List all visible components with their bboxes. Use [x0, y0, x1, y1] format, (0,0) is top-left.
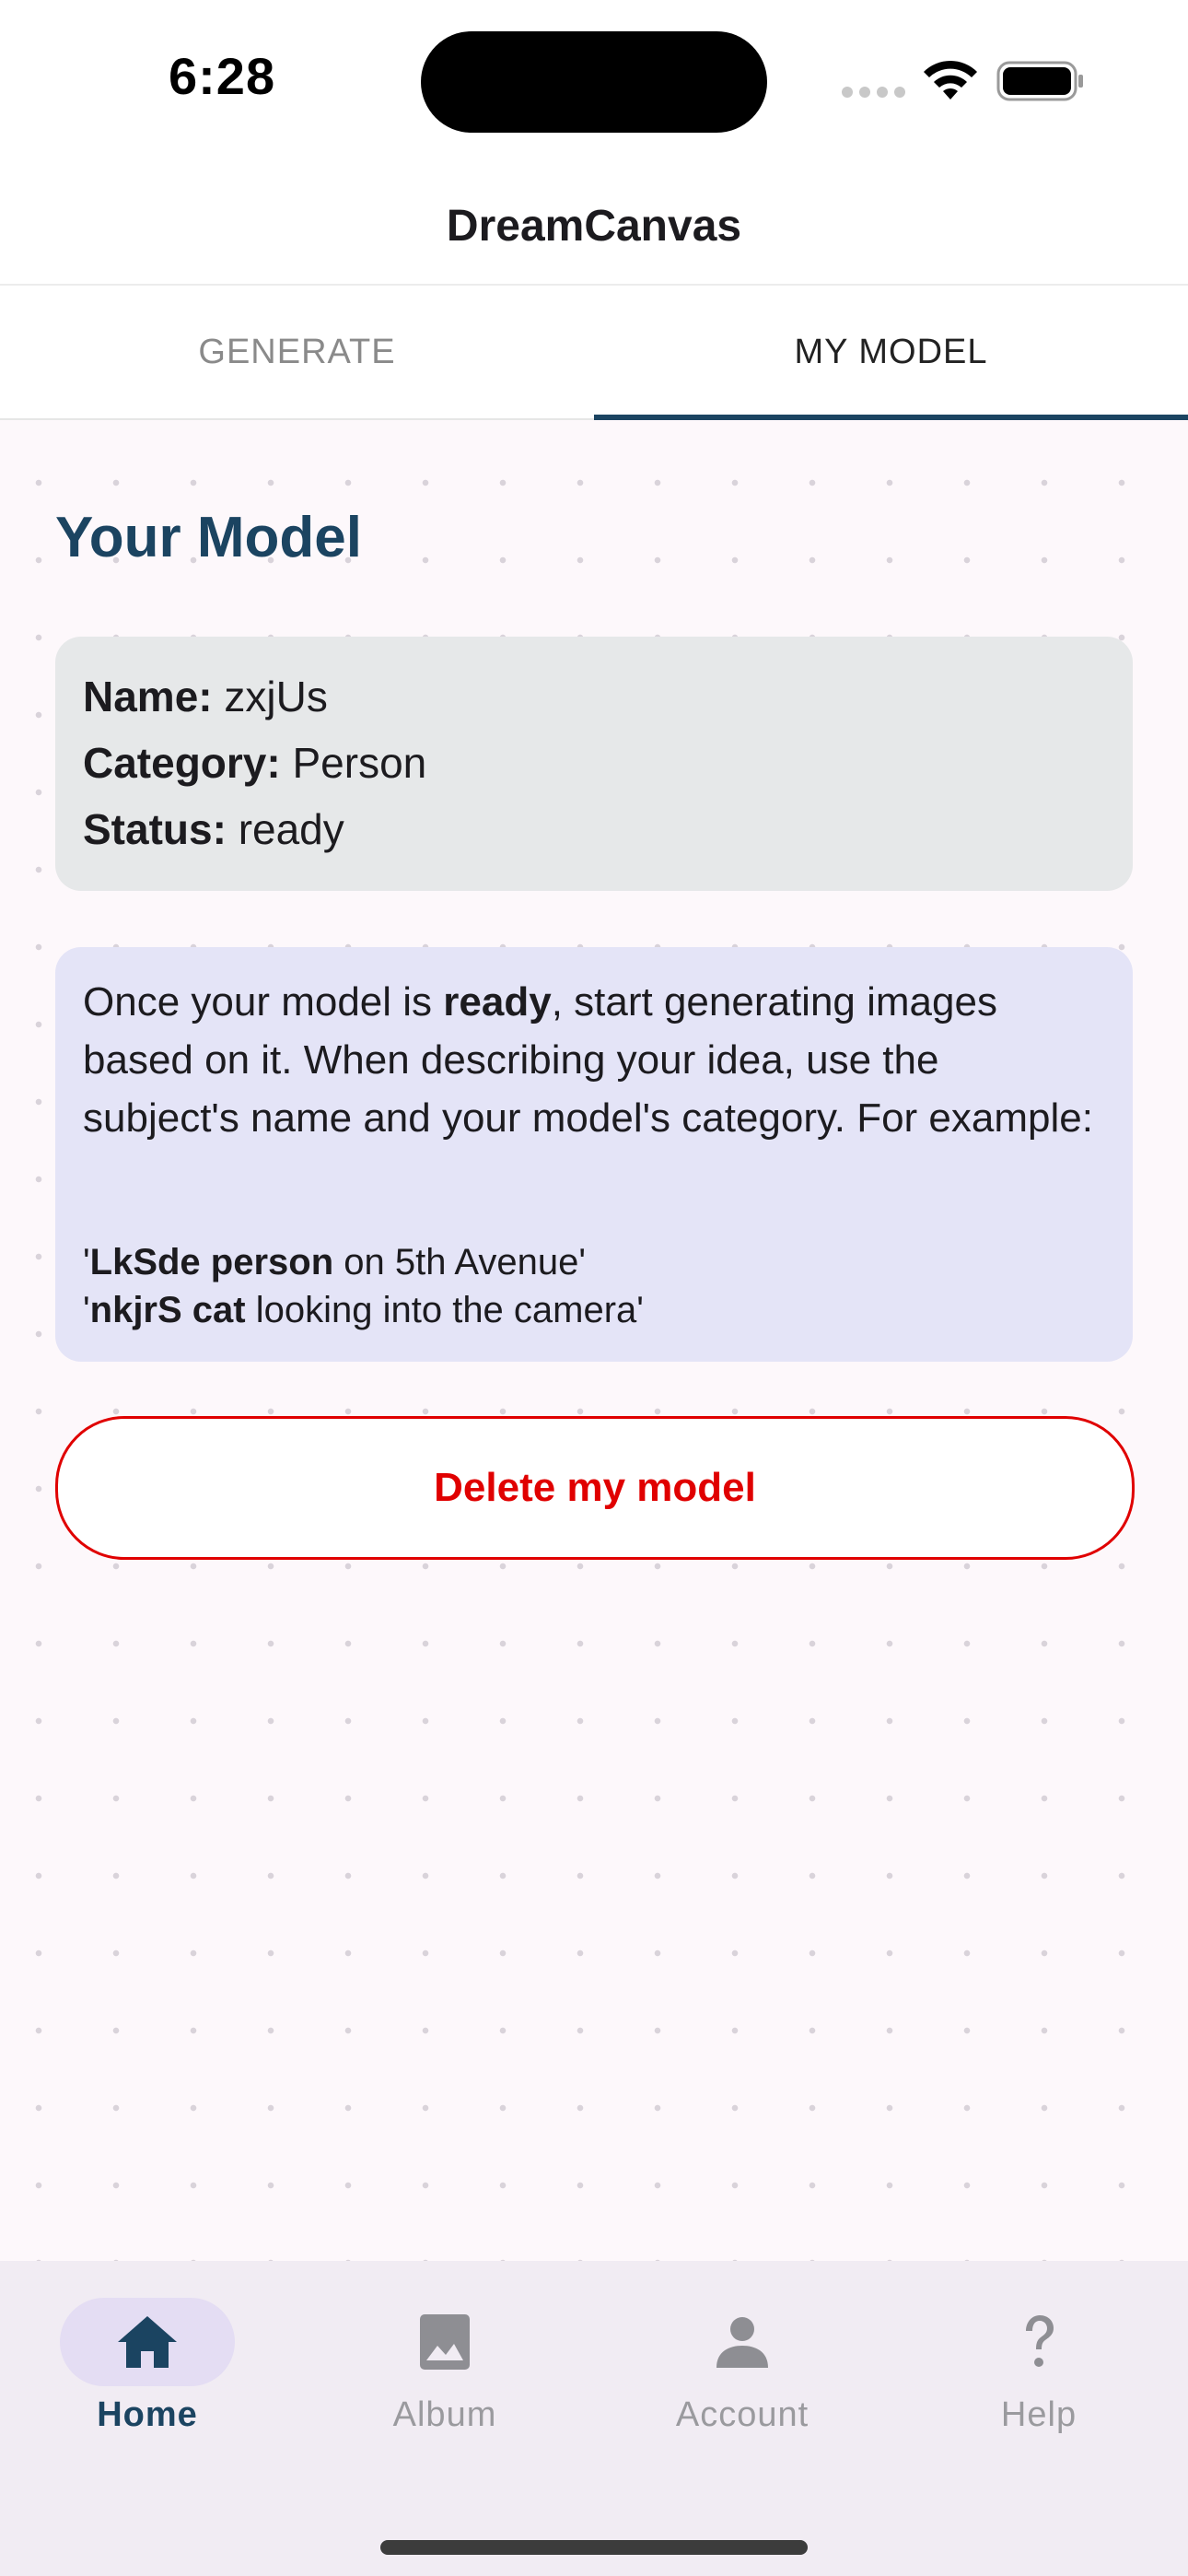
model-name-label: Name:: [83, 673, 213, 720]
dynamic-island: [421, 31, 767, 133]
section-title: Your Model: [55, 506, 362, 569]
example-rest: looking into the camera': [245, 1290, 644, 1330]
tab-generate[interactable]: GENERATE: [0, 286, 594, 418]
home-icon: [118, 2316, 177, 2368]
person-icon: [716, 2317, 768, 2368]
prompt-example: 'nkjrS cat looking into the camera': [83, 1290, 644, 1331]
usage-tip-text: Once your model is ready, start generati…: [83, 973, 1105, 1147]
nav-item-help[interactable]: Help: [928, 2298, 1149, 2445]
app-title: DreamCanvas: [446, 202, 742, 251]
delete-model-button[interactable]: Delete my model: [55, 1416, 1135, 1560]
nav-label-album: Album: [392, 2395, 497, 2434]
status-bar: 6:28: [0, 0, 1188, 166]
nav-item-album[interactable]: Album: [334, 2298, 555, 2445]
cellular-dots-icon: [842, 87, 906, 98]
nav-item-home[interactable]: Home: [37, 2298, 258, 2445]
model-name-value: zxjUs: [224, 673, 328, 720]
nav-label-help: Help: [1000, 2395, 1077, 2434]
wifi-icon: [924, 60, 977, 100]
model-category-label: Category:: [83, 739, 281, 787]
nav-label-account: Account: [675, 2395, 809, 2434]
prompt-example: 'LkSde person on 5th Avenue': [83, 1242, 586, 1283]
model-status-row: Status: ready: [83, 804, 344, 854]
image-icon: [420, 2314, 470, 2370]
tip-text-bold: ready: [443, 979, 552, 1025]
example-quote: ': [83, 1242, 90, 1282]
usage-tip-card: Once your model is ready, start generati…: [55, 947, 1133, 1362]
app-header: DreamCanvas: [0, 166, 1188, 286]
main-content: Your Model Name: zxjUs Category: Person …: [0, 420, 1188, 2261]
status-time: 6:28: [169, 47, 276, 105]
example-subject: nkjrS cat: [89, 1290, 246, 1330]
tip-text-before: Once your model is: [83, 979, 444, 1025]
bottom-navigation: Home Album Account Help: [0, 2261, 1188, 2576]
example-rest: on 5th Avenue': [333, 1242, 586, 1282]
question-mark-icon: [1026, 2315, 1054, 2367]
model-category-value: Person: [292, 739, 427, 787]
example-quote: ': [83, 1290, 90, 1330]
model-name-row: Name: zxjUs: [83, 672, 328, 721]
tab-my-model[interactable]: MY MODEL: [594, 286, 1188, 418]
battery-icon: [996, 61, 1083, 101]
example-subject: LkSde person: [89, 1242, 334, 1282]
home-indicator[interactable]: [380, 2540, 808, 2555]
nav-label-home: Home: [97, 2395, 198, 2434]
tab-bar: GENERATE MY MODEL: [0, 286, 1188, 420]
model-info-card: Name: zxjUs Category: Person Status: rea…: [55, 637, 1133, 891]
model-status-value: ready: [238, 805, 344, 853]
model-category-row: Category: Person: [83, 738, 426, 788]
nav-item-account[interactable]: Account: [632, 2298, 853, 2445]
model-status-label: Status:: [83, 805, 227, 853]
